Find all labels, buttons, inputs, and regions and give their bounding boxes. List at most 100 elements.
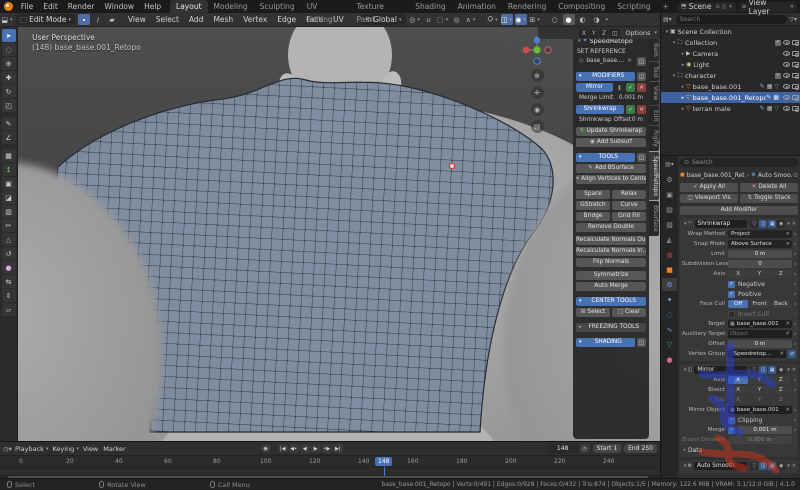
shading-solid-button[interactable]: ●	[563, 14, 575, 25]
curve-button[interactable]: Curve	[612, 201, 646, 210]
breadcrumb-modifier[interactable]: Auto Smoo...	[758, 172, 793, 179]
auxiliary-target-field[interactable]: Object✐	[728, 330, 792, 338]
zoom-view-icon[interactable]: ⊕	[531, 69, 544, 82]
extras-dropdown-icon[interactable]: ▾	[787, 221, 790, 227]
face-cull-front-button[interactable]: Front	[749, 300, 769, 308]
remove-modifier-icon[interactable]: ✕	[792, 463, 796, 469]
modifier-name-field[interactable]: Auto Smooth	[694, 462, 747, 470]
tab-edit[interactable]: Edit	[649, 106, 659, 126]
edit-mode-display-icon[interactable]: ▽	[750, 462, 758, 470]
apply-mirror-button[interactable]: ✓	[626, 83, 635, 92]
viewport-vis-button[interactable]: ◫ Viewport Vis	[680, 194, 738, 203]
current-frame-indicator[interactable]: 148	[375, 457, 392, 466]
tool-poly-build[interactable]: △	[2, 233, 16, 246]
tool-rotate[interactable]: ↻	[2, 85, 16, 98]
tab-modifier-properties[interactable]: ⚙	[662, 278, 677, 291]
modifiers-section-header[interactable]: ▾MODIFIERS	[576, 72, 635, 81]
tab-material-properties[interactable]: ●	[662, 353, 677, 366]
menu-render[interactable]: Render	[63, 2, 100, 11]
menu-add[interactable]: Add	[184, 15, 209, 24]
visibility-eye-icon[interactable]	[783, 73, 790, 78]
merge-threshold-field[interactable]: 0.001 m	[738, 426, 792, 434]
mirror-y-toggle[interactable]: Y	[589, 29, 598, 38]
view-layer-selector[interactable]: ≡ View Layer ✕	[739, 2, 797, 12]
tab-world-properties[interactable]: ◍	[662, 248, 677, 261]
auto-keying-toggle[interactable]: ◉	[261, 444, 271, 453]
tab-object-properties[interactable]: ■	[662, 263, 677, 276]
tool-edge-slide[interactable]: ⇆	[2, 275, 16, 288]
timeline-ruler[interactable]: 0 20 40 60 80 100 120 140 160 180 200 22…	[0, 455, 660, 467]
frame-start-field[interactable]: Start1	[593, 444, 622, 453]
update-shrinkwrap-button[interactable]: ↻ Update Shrinkwrap	[576, 127, 646, 136]
select-mode-vertex-button[interactable]: ∙	[78, 14, 90, 25]
relax-button[interactable]: Relax	[612, 190, 646, 199]
mirror-axis-y-toggle[interactable]: Y	[749, 376, 769, 384]
reference-object-dropdown[interactable]: ◇base_base....✕	[576, 57, 635, 66]
snap-mode-dropdown[interactable]: Above Surface▾	[728, 240, 792, 248]
workspace-tab-sculpting[interactable]: Sculpting	[254, 0, 301, 13]
axis-z-toggle[interactable]: Z	[771, 270, 791, 278]
workspace-tab-shading[interactable]: Shading	[409, 0, 451, 13]
negative-checkbox[interactable]: ✓	[728, 281, 735, 288]
workspace-tab-texturepaint[interactable]: Texture Paint	[350, 0, 409, 13]
reference-screen-icon[interactable]: ◫	[637, 57, 646, 66]
properties-editor-type-icon[interactable]: ▤▾	[662, 158, 677, 171]
shading-wireframe-button[interactable]: ○	[549, 14, 561, 25]
menu-help[interactable]: Help	[139, 2, 166, 11]
flip-z-toggle[interactable]: Z	[771, 396, 791, 404]
menu-edge[interactable]: Edge	[272, 15, 301, 24]
apply-shrinkwrap-button[interactable]: ✓	[626, 105, 635, 114]
outliner-row-scene-collection[interactable]: ▾ ▣ Scene Collection	[661, 26, 800, 37]
mirror-axis-x-toggle[interactable]: X	[728, 376, 748, 384]
use-preview-range-icon[interactable]: ◷	[580, 444, 590, 453]
marker-menu[interactable]: Marker	[103, 445, 125, 453]
menu-window[interactable]: Window	[99, 2, 139, 11]
visibility-eye-icon[interactable]	[783, 40, 790, 45]
camera-view-icon[interactable]: ◉	[531, 103, 544, 116]
tool-select-circle[interactable]: ◌	[2, 43, 16, 56]
outliner-filter-icon[interactable]: ▽▾	[789, 16, 797, 23]
gizmos-dropdown[interactable]: ⊞▾	[529, 14, 541, 25]
tools-section-header[interactable]: ▾TOOLS	[576, 153, 635, 162]
collapse-icon[interactable]: ▾	[684, 463, 687, 469]
render-display-icon[interactable]: ◉	[777, 462, 785, 470]
delete-scene-icon[interactable]: ✕	[728, 4, 732, 10]
merge-limit-field[interactable]: Merge Limit0.001 m	[576, 94, 646, 103]
align-vertices-button[interactable]: ⌖ Align Vertices to Center	[576, 175, 646, 184]
jump-to-end-button[interactable]: ▶|	[333, 444, 343, 453]
render-visibility-icon[interactable]	[792, 51, 799, 56]
tool-knife[interactable]: ✂	[2, 219, 16, 232]
shading-section-header[interactable]: ▾SHADING	[576, 338, 635, 347]
visibility-eye-icon[interactable]	[783, 51, 790, 56]
tab-particle-properties[interactable]: ✦	[662, 293, 677, 306]
offset-field[interactable]: 0 m	[728, 340, 792, 348]
mirror-modifier-button[interactable]: Mirror	[576, 83, 613, 92]
snap-magnet-icon[interactable]: ∪	[423, 14, 435, 25]
bisect-x-toggle[interactable]: X	[728, 386, 748, 394]
edit-mode-display-icon[interactable]: ▽	[750, 220, 758, 228]
flip-y-toggle[interactable]: Y	[749, 396, 769, 404]
shading-dropdown-icon[interactable]: ▾	[606, 17, 609, 23]
next-keyframe-button[interactable]: ∙▶	[322, 444, 332, 453]
viewport-display-icon[interactable]: ▦	[768, 366, 776, 374]
face-cull-back-button[interactable]: Back	[771, 300, 791, 308]
perspective-toggle-icon[interactable]: ▤	[531, 120, 544, 133]
tool-loop-cut[interactable]: ▥	[2, 205, 16, 218]
outliner-display-mode-icon[interactable]: ▤▾	[663, 16, 672, 23]
workspace-tab-rendering[interactable]: Rendering	[502, 0, 552, 13]
modifier-name-field[interactable]: Shrinkwrap	[695, 220, 748, 228]
menu-vertex[interactable]: Vertex	[238, 15, 272, 24]
tool-bevel[interactable]: ◪	[2, 191, 16, 204]
grid-fill-button[interactable]: Grid Fill	[612, 212, 646, 221]
positive-checkbox[interactable]: ✓	[728, 291, 735, 298]
render-visibility-icon[interactable]	[792, 106, 799, 111]
outliner-row-camera[interactable]: ▸ ▶ Camera	[661, 48, 800, 59]
outliner-search-input[interactable]	[676, 15, 788, 24]
mirror-z-toggle[interactable]: Z	[599, 29, 608, 38]
delete-mirror-button[interactable]: ✕	[637, 83, 646, 92]
editor-type-icon[interactable]: ⬓▾	[1, 14, 13, 25]
space-button[interactable]: Space	[576, 190, 610, 199]
invert-vgroup-icon[interactable]: ⇄	[788, 350, 796, 358]
pivot-point-dropdown[interactable]: ◎▾	[409, 14, 421, 25]
target-object-field[interactable]: ▦base_base.001✕	[728, 320, 792, 328]
